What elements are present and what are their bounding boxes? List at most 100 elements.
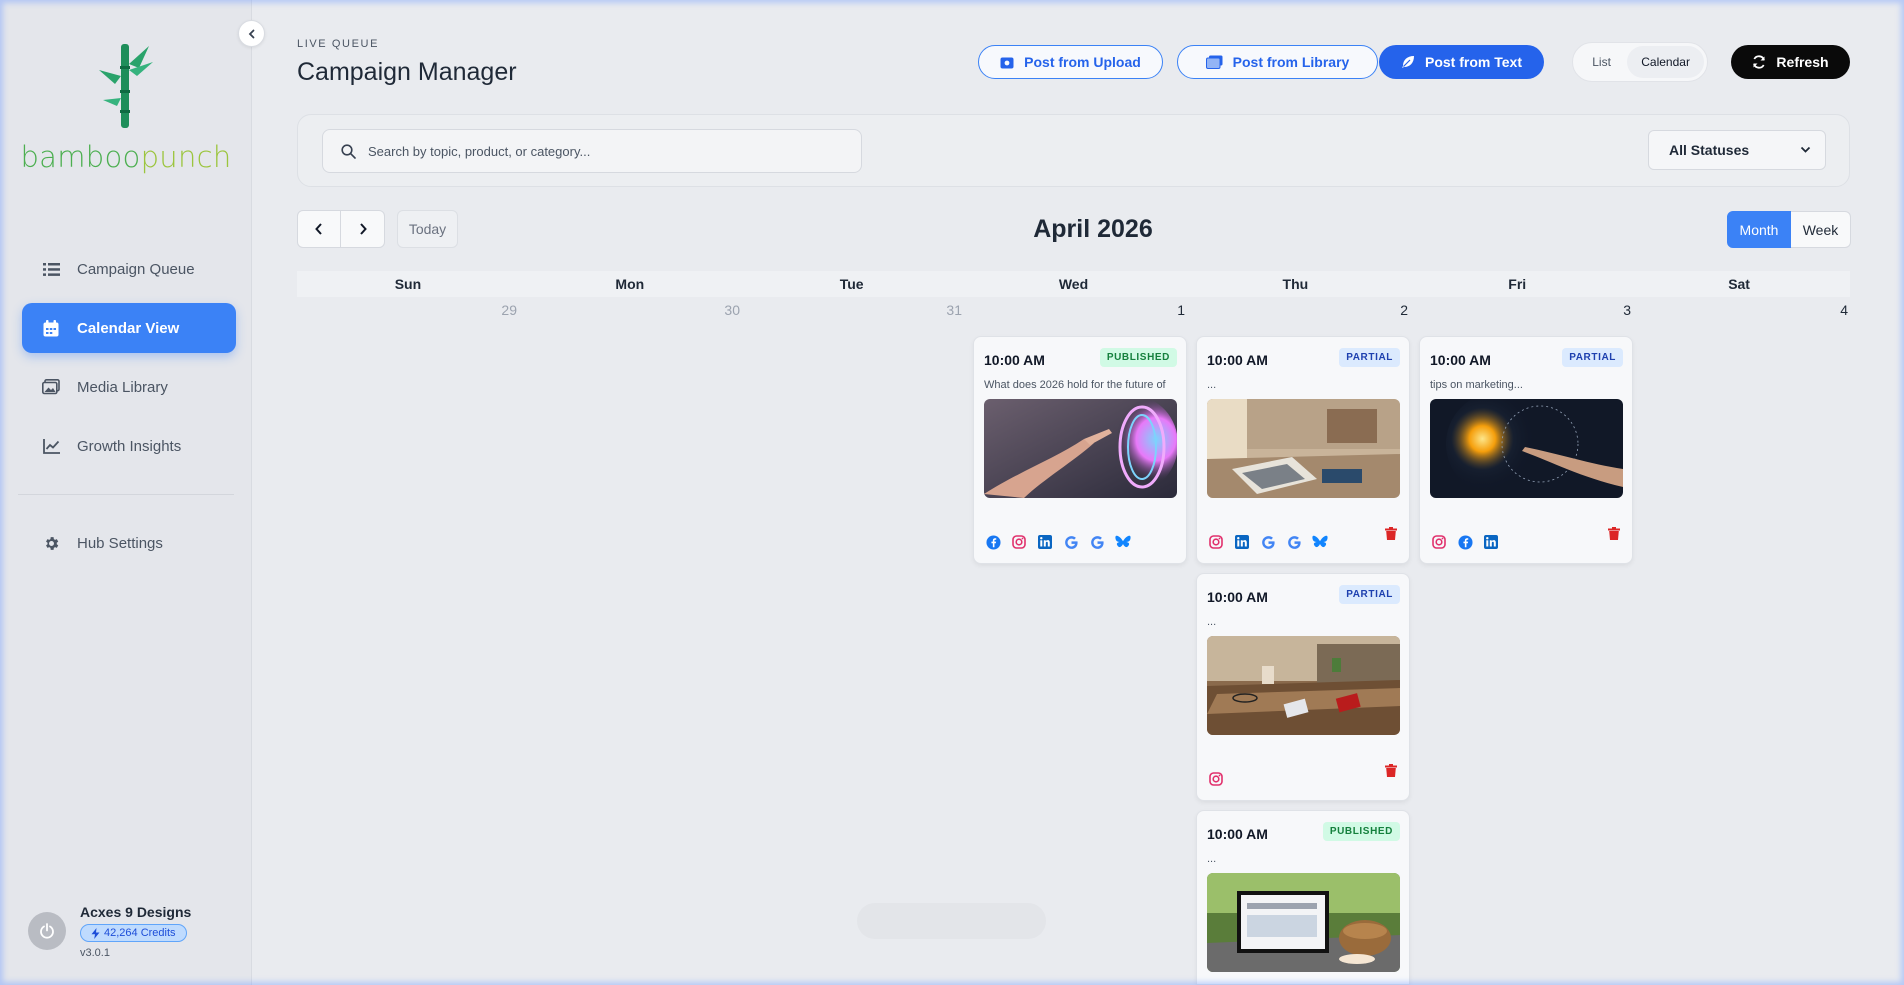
post-time: 10:00 AM (1430, 352, 1491, 368)
power-button[interactable] (28, 912, 66, 950)
view-toggle: List Calendar (1572, 42, 1708, 82)
button-label: Post from Library (1232, 54, 1350, 70)
post-text: What does 2026 hold for the future of (984, 379, 1166, 391)
sidebar-collapse-button[interactable] (238, 20, 265, 47)
post-time: 10:00 AM (1207, 589, 1268, 605)
post-thumbnail[interactable] (1207, 399, 1400, 498)
status-badge: PARTIAL (1339, 585, 1400, 604)
bolt-icon (91, 927, 100, 939)
search-box (322, 129, 862, 173)
date-cell-number[interactable]: 29 (487, 302, 517, 318)
weekday-header: Sun Mon Tue Wed Thu Fri Sat (297, 271, 1850, 297)
post-from-text-button[interactable]: Post from Text (1379, 45, 1544, 79)
status-filter-value: All Statuses (1669, 142, 1750, 158)
search-input[interactable] (368, 143, 848, 159)
post-from-upload-button[interactable]: Post from Upload (978, 45, 1163, 79)
status-badge: PUBLISHED (1322, 822, 1400, 841)
post-card[interactable]: 10:00 AM PUBLISHED ... (1196, 810, 1410, 985)
facebook-icon[interactable] (984, 533, 1002, 551)
post-thumbnail[interactable] (1207, 873, 1400, 972)
sidebar-item-calendar-view[interactable]: Calendar View (22, 303, 236, 353)
brand-logo: bamboopunch (0, 40, 252, 174)
date-cell-number[interactable]: 30 (710, 302, 740, 318)
linkedin-icon[interactable] (1482, 533, 1500, 551)
toast-placeholder (857, 903, 1046, 939)
button-label: Refresh (1776, 54, 1829, 70)
weekday-thu: Thu (1282, 276, 1309, 292)
instagram-icon[interactable] (1207, 533, 1225, 551)
bluesky-icon[interactable] (1311, 533, 1329, 551)
date-cell-number[interactable]: 4 (1822, 302, 1848, 318)
trash-icon (1608, 527, 1620, 540)
platform-icons (1207, 770, 1225, 788)
delete-post-button[interactable] (1608, 527, 1620, 545)
filter-bar: All Statuses (297, 114, 1850, 187)
linkedin-icon[interactable] (1233, 533, 1251, 551)
account-panel: Acxes 9 Designs 42,264 Credits v3.0.1 (28, 904, 191, 959)
sidebar-settings-group: Hub Settings (22, 518, 236, 577)
post-time: 10:00 AM (1207, 826, 1268, 842)
calendar-icon (42, 319, 60, 337)
gear-icon (42, 534, 60, 552)
credits-value: 42,264 Credits (104, 927, 176, 939)
google-icon[interactable] (1285, 533, 1303, 551)
sidebar-item-label: Campaign Queue (77, 260, 195, 278)
search-icon (341, 143, 356, 159)
post-text: tips on marketing... (1430, 379, 1523, 391)
date-cell-number[interactable]: 3 (1601, 302, 1631, 318)
status-badge: PARTIAL (1339, 348, 1400, 367)
sidebar-item-hub-settings[interactable]: Hub Settings (22, 518, 236, 568)
sidebar-divider (18, 494, 234, 495)
post-text: ... (1207, 379, 1217, 391)
status-filter-select[interactable]: All Statuses (1648, 130, 1826, 170)
post-thumbnail[interactable] (1207, 636, 1400, 735)
chevron-down-icon (1800, 146, 1811, 153)
instagram-icon[interactable] (1207, 770, 1225, 788)
google-icon[interactable] (1088, 533, 1106, 551)
weekday-fri: Fri (1508, 276, 1527, 292)
google-icon[interactable] (1259, 533, 1277, 551)
status-badge: PUBLISHED (1099, 348, 1177, 367)
upload-image-icon (1000, 57, 1014, 68)
post-card[interactable]: 10:00 AM PUBLISHED What does 2026 hold f… (973, 336, 1187, 564)
bluesky-icon[interactable] (1114, 533, 1132, 551)
instagram-icon[interactable] (1010, 533, 1028, 551)
date-cell-number[interactable]: 31 (932, 302, 962, 318)
sidebar-item-label: Media Library (77, 378, 168, 396)
status-badge: PARTIAL (1562, 348, 1623, 367)
sidebar-item-label: Calendar View (77, 319, 180, 337)
chevron-left-icon (248, 29, 254, 38)
post-card[interactable]: 10:00 AM PARTIAL ... (1196, 336, 1410, 564)
post-thumbnail[interactable] (984, 399, 1177, 498)
delete-post-button[interactable] (1385, 764, 1397, 782)
refresh-button[interactable]: Refresh (1731, 45, 1850, 79)
post-from-library-button[interactable]: Post from Library (1177, 45, 1378, 79)
sidebar-item-media-library[interactable]: Media Library (22, 362, 236, 412)
post-text: ... (1207, 853, 1217, 865)
view-calendar-button[interactable]: Calendar (1627, 46, 1704, 78)
date-cell-number[interactable]: 1 (1155, 302, 1185, 318)
sidebar-item-campaign-queue[interactable]: Campaign Queue (22, 244, 236, 294)
sidebar-item-growth-insights[interactable]: Growth Insights (22, 421, 236, 471)
view-list-button[interactable]: List (1576, 46, 1627, 78)
sidebar-item-label: Growth Insights (77, 437, 182, 455)
post-time: 10:00 AM (984, 352, 1045, 368)
month-view-button[interactable]: Month (1727, 211, 1791, 248)
date-cell-number[interactable]: 2 (1378, 302, 1408, 318)
post-thumbnail[interactable] (1430, 399, 1623, 498)
period-toggle: Month Week (1727, 211, 1851, 248)
post-time: 10:00 AM (1207, 352, 1268, 368)
feather-icon (1402, 56, 1414, 68)
instagram-icon[interactable] (1430, 533, 1448, 551)
google-icon[interactable] (1062, 533, 1080, 551)
bamboo-logo-icon (99, 44, 153, 128)
post-card[interactable]: 10:00 AM PARTIAL tips on marketing... (1419, 336, 1633, 564)
week-view-button[interactable]: Week (1791, 211, 1851, 248)
refresh-icon (1753, 55, 1766, 69)
page-title: Campaign Manager (297, 58, 517, 86)
linkedin-icon[interactable] (1036, 533, 1054, 551)
post-card[interactable]: 10:00 AM PARTIAL ... (1196, 573, 1410, 801)
account-info: Acxes 9 Designs 42,264 Credits v3.0.1 (80, 904, 191, 959)
facebook-icon[interactable] (1456, 533, 1474, 551)
delete-post-button[interactable] (1385, 527, 1397, 545)
